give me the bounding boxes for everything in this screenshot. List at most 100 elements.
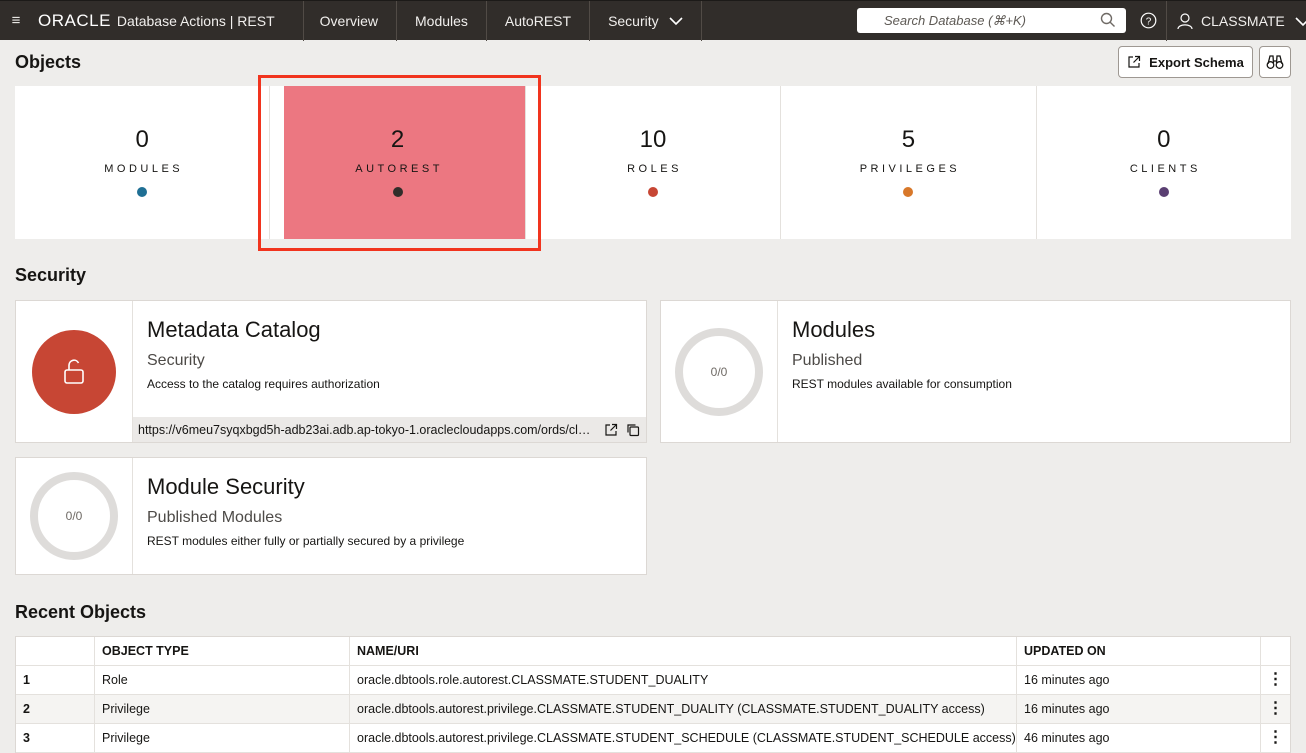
kebab-menu-icon[interactable]: ⋮	[1268, 730, 1284, 746]
chevron-down-icon	[669, 16, 683, 25]
security-heading: Security	[15, 265, 87, 285]
stat-value: 0	[135, 126, 149, 153]
stat-privileges[interactable]: 5 PRIVILEGES	[781, 86, 1037, 239]
row-actions: ⋮	[1261, 695, 1290, 723]
recent-objects-heading: Recent Objects	[15, 602, 147, 622]
card-subtitle: Published	[792, 352, 863, 369]
row-object-type: Privilege	[95, 695, 350, 723]
nav-security-label: Security	[608, 12, 659, 29]
stat-label: CLIENTS	[1129, 163, 1201, 175]
table-row[interactable]: 1 Role oracle.dbtools.role.autorest.CLAS…	[16, 666, 1290, 695]
column-header-actions	[1261, 637, 1290, 665]
nav-overview[interactable]: Overview	[304, 0, 397, 41]
card-icon-area	[16, 301, 133, 442]
stat-value: 10	[639, 126, 667, 153]
modules-ratio-ring: 0/0	[675, 327, 763, 416]
stat-clients[interactable]: 0 CLIENTS	[1037, 86, 1291, 239]
row-object-type: Privilege	[95, 724, 350, 752]
lock-status-circle	[32, 329, 116, 414]
export-schema-label: Export Schema	[1149, 54, 1244, 70]
table-row[interactable]: 3 Privilege oracle.dbtools.autorest.priv…	[16, 724, 1290, 753]
nav-modules[interactable]: Modules	[397, 0, 487, 41]
annotation-highlight-box	[258, 75, 541, 251]
copy-icon[interactable]	[626, 423, 640, 437]
stat-dot	[903, 187, 914, 197]
search-icon[interactable]	[1100, 12, 1116, 28]
column-header-object-type[interactable]: OBJECT TYPE	[95, 637, 350, 665]
card-icon-area: 0/0	[16, 458, 133, 574]
brand[interactable]: ORACLE Database Actions | REST	[32, 0, 304, 41]
stat-label: ROLES	[627, 163, 682, 175]
card-subtitle: Security	[147, 352, 205, 369]
export-schema-button[interactable]: Export Schema	[1118, 46, 1253, 78]
row-actions: ⋮	[1261, 724, 1290, 752]
stat-dot	[648, 187, 659, 197]
top-navigation-bar: ≡ ORACLE Database Actions | REST Overvie…	[0, 0, 1306, 41]
table-row[interactable]: 2 Privilege oracle.dbtools.autorest.priv…	[16, 695, 1290, 724]
metadata-catalog-card: Metadata Catalog Security Access to the …	[15, 300, 647, 443]
card-body: Module Security Published Modules REST m…	[133, 458, 646, 574]
binoculars-button[interactable]	[1259, 46, 1291, 78]
row-name-uri: oracle.dbtools.role.autorest.CLASSMATE.S…	[350, 666, 1017, 694]
row-index: 3	[16, 724, 95, 752]
stat-roles[interactable]: 10 ROLES	[526, 86, 782, 239]
table-header: OBJECT TYPE NAME/URI UPDATED ON	[16, 637, 1290, 666]
kebab-menu-icon[interactable]: ⋮	[1268, 701, 1284, 717]
card-description: Access to the catalog requires authoriza…	[147, 377, 380, 391]
card-body: Modules Published REST modules available…	[778, 301, 1290, 442]
row-updated-on: 46 minutes ago	[1017, 724, 1261, 752]
unlock-icon	[64, 358, 84, 384]
row-index: 1	[16, 666, 95, 694]
search-input[interactable]	[857, 9, 1097, 32]
help-icon[interactable]: ?	[1140, 12, 1157, 29]
card-body: Metadata Catalog Security Access to the …	[133, 301, 646, 442]
stat-dot	[137, 187, 148, 197]
ratio-text: 0/0	[65, 509, 83, 523]
stat-value: 5	[901, 126, 916, 153]
svg-text:?: ?	[1146, 16, 1152, 27]
export-icon	[1128, 55, 1141, 68]
module-security-card: 0/0 Module Security Published Modules RE…	[15, 457, 647, 575]
user-name: CLASSMATE	[1201, 13, 1285, 29]
card-description: REST modules either fully or partially s…	[147, 534, 465, 548]
module-security-ratio-ring: 0/0	[30, 472, 118, 560]
nav-security[interactable]: Security	[590, 0, 702, 41]
stat-label: MODULES	[104, 163, 184, 175]
objects-heading: Objects	[15, 52, 82, 72]
chevron-down-icon	[1295, 17, 1306, 27]
row-name-uri: oracle.dbtools.autorest.privilege.CLASSM…	[350, 695, 1017, 723]
stat-dot	[1158, 187, 1169, 197]
card-description: REST modules available for consumption	[792, 377, 1012, 391]
nav-autorest[interactable]: AutoREST	[487, 0, 591, 41]
binoculars-icon	[1266, 55, 1284, 69]
column-header-index	[16, 637, 95, 665]
user-icon	[1177, 12, 1193, 29]
search-box[interactable]	[857, 8, 1126, 33]
objects-stats: 0 MODULES 2 AUTOREST 10 ROLES 5 PRIVILEG…	[15, 86, 1291, 239]
card-title: Module Security	[147, 474, 305, 499]
card-title: Metadata Catalog	[147, 317, 321, 342]
stat-modules[interactable]: 0 MODULES	[15, 86, 271, 239]
row-name-uri: oracle.dbtools.autorest.privilege.CLASSM…	[350, 724, 1017, 752]
column-header-updated-on[interactable]: UPDATED ON	[1017, 637, 1261, 665]
card-title: Modules	[792, 317, 876, 342]
hamburger-menu-icon[interactable]: ≡	[0, 1, 32, 41]
recent-objects-table: OBJECT TYPE NAME/URI UPDATED ON 1 Role o…	[15, 636, 1291, 753]
product-name: Database Actions | REST	[116, 12, 275, 29]
stat-label: PRIVILEGES	[859, 163, 961, 175]
open-link-icon[interactable]	[604, 423, 618, 437]
user-menu[interactable]: CLASSMATE	[1166, 1, 1306, 41]
stat-value: 0	[1157, 126, 1171, 153]
column-header-name-uri[interactable]: NAME/URI	[350, 637, 1017, 665]
row-updated-on: 16 minutes ago	[1017, 666, 1261, 694]
catalog-url[interactable]: https://v6meu7syqxbgd5h-adb23ai.adb.ap-t…	[138, 423, 596, 437]
card-subtitle: Published Modules	[147, 509, 283, 526]
card-icon-area: 0/0	[661, 301, 778, 442]
catalog-url-bar: https://v6meu7syqxbgd5h-adb23ai.adb.ap-t…	[133, 417, 646, 442]
oracle-logo: ORACLE	[38, 10, 111, 30]
ratio-text: 0/0	[710, 364, 728, 379]
kebab-menu-icon[interactable]: ⋮	[1268, 672, 1284, 688]
row-index: 2	[16, 695, 95, 723]
row-updated-on: 16 minutes ago	[1017, 695, 1261, 723]
row-actions: ⋮	[1261, 666, 1290, 694]
